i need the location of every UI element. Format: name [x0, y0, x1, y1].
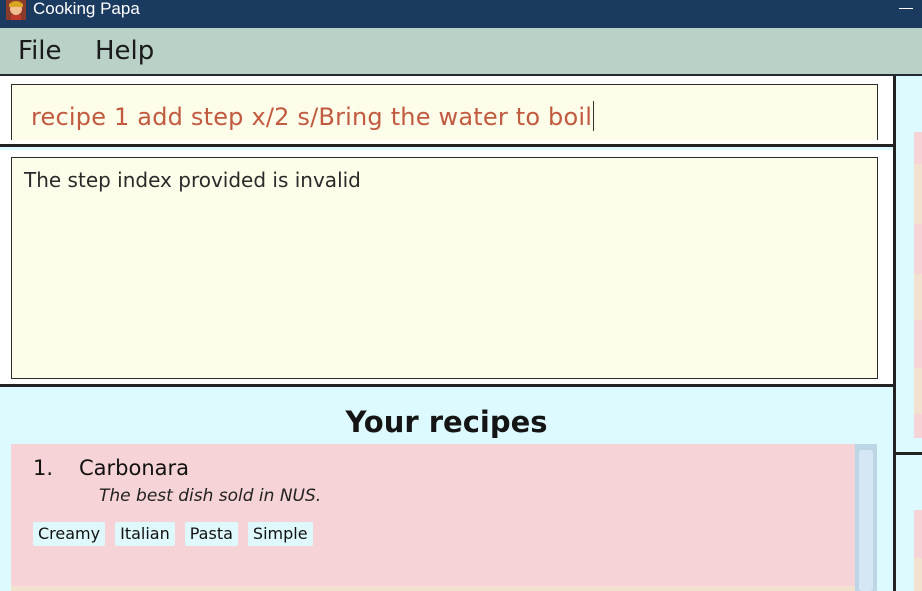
side-strip — [914, 320, 922, 368]
command-input[interactable]: recipe 1 add step x/2 s/Bring the water … — [11, 84, 878, 140]
command-text: recipe 1 add step x/2 s/Bring the water … — [31, 101, 595, 131]
recipe-index: 1. — [33, 456, 54, 480]
scrollbar-thumb[interactable] — [859, 450, 873, 591]
recipe-card[interactable]: 1. Carbonara The best dish sold in NUS. … — [11, 444, 855, 591]
result-display[interactable]: The step index provided is invalid — [11, 157, 878, 379]
tag-chip: Creamy — [33, 522, 106, 546]
recipe-description: The best dish sold in NUS. — [99, 486, 322, 506]
side-pane — [893, 76, 922, 591]
tag-chip: Pasta — [184, 522, 238, 546]
tag-chip: Simple — [247, 522, 313, 546]
menu-bar: File Help — [0, 28, 922, 76]
cooking-papa-logo-icon — [6, 0, 26, 20]
main-pane: recipe 1 add step x/2 s/Bring the water … — [0, 76, 893, 591]
scrollbar[interactable] — [855, 444, 877, 591]
side-strip — [914, 510, 922, 558]
recipe-list-panel: Your recipes 1. Carbonara The best dish … — [0, 390, 893, 591]
side-strip — [914, 132, 922, 164]
side-strip — [914, 558, 922, 591]
minimize-button[interactable] — [899, 8, 913, 9]
side-strip — [914, 414, 922, 438]
side-strip — [914, 368, 922, 414]
result-display-area: The step index provided is invalid — [0, 150, 893, 387]
side-strip — [914, 224, 922, 274]
result-message: The step index provided is invalid — [24, 168, 361, 192]
command-box-area: recipe 1 add step x/2 s/Bring the water … — [0, 76, 893, 147]
side-divider — [896, 452, 922, 455]
recipe-list-heading: Your recipes — [345, 405, 548, 439]
recipe-list[interactable]: 1. Carbonara The best dish sold in NUS. … — [11, 444, 877, 591]
window-title: Cooking Papa — [33, 0, 140, 18]
recipe-name: Carbonara — [79, 456, 190, 480]
text-caret — [593, 101, 595, 131]
side-strip — [914, 164, 922, 224]
menu-help[interactable]: Help — [95, 36, 154, 66]
next-card-edge — [11, 586, 855, 591]
title-bar: Cooking Papa — [0, 0, 922, 28]
tag-chip: Italian — [115, 522, 175, 546]
recipe-tags: Creamy Italian Pasta Simple — [33, 522, 313, 546]
menu-file[interactable]: File — [18, 36, 62, 66]
side-strip — [914, 274, 922, 320]
